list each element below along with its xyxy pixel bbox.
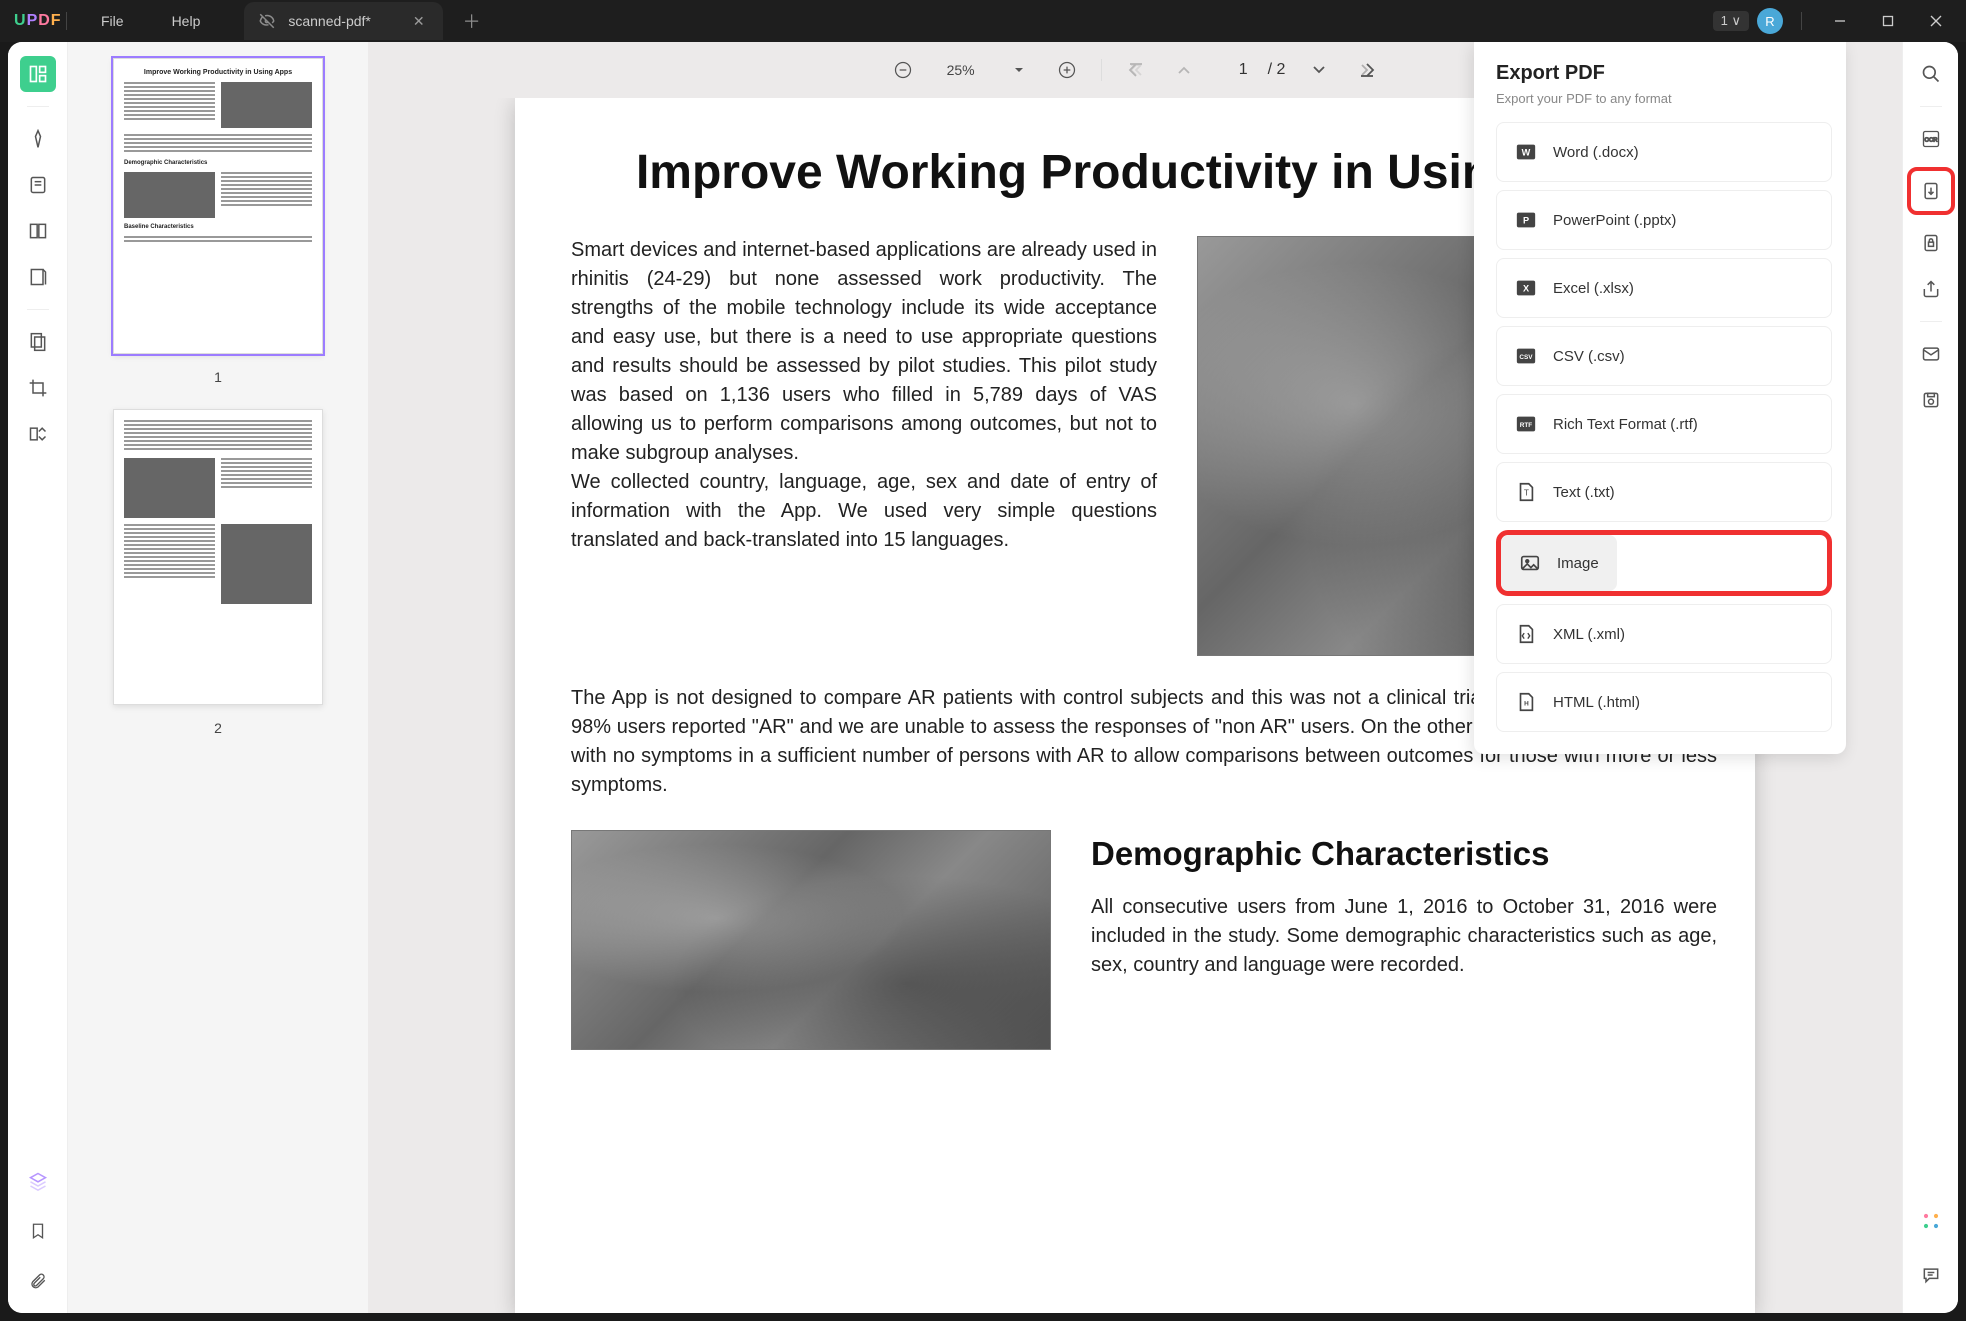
page-input[interactable]: [1218, 61, 1248, 79]
menu-help[interactable]: Help: [148, 13, 225, 29]
share-icon[interactable]: [1913, 271, 1949, 307]
compare-icon[interactable]: [20, 416, 56, 452]
minimize-button[interactable]: [1820, 5, 1860, 37]
svg-text:X: X: [1523, 284, 1530, 294]
app-logo: UPDF: [0, 12, 56, 30]
layers-icon[interactable]: [20, 1163, 56, 1199]
protect-icon[interactable]: [1913, 225, 1949, 261]
export-panel-subtitle: Export your PDF to any format: [1496, 91, 1832, 106]
zoom-in-button[interactable]: [1053, 56, 1081, 84]
zoom-dropdown[interactable]: [1005, 56, 1033, 84]
export-format-image[interactable]: Image: [1501, 535, 1617, 591]
bookmark-icon[interactable]: [20, 1213, 56, 1249]
prev-page-button[interactable]: [1170, 56, 1198, 84]
new-tab-button[interactable]: ＋: [463, 8, 481, 34]
svg-text:W: W: [1522, 148, 1531, 158]
thumbnail-number: 2: [108, 720, 328, 736]
page-thumbnail-2[interactable]: [113, 409, 323, 705]
attachment-icon[interactable]: [20, 1263, 56, 1299]
notes-icon[interactable]: [20, 167, 56, 203]
export-icon[interactable]: [1907, 167, 1955, 215]
export-format-ppt[interactable]: PPowerPoint (.pptx): [1496, 190, 1832, 250]
export-format-xml[interactable]: XML (.xml): [1496, 604, 1832, 664]
first-page-button[interactable]: [1122, 56, 1150, 84]
export-format-excel[interactable]: XExcel (.xlsx): [1496, 258, 1832, 318]
tab-close-icon[interactable]: ✕: [413, 13, 425, 30]
highlight-icon[interactable]: [20, 121, 56, 157]
svg-text:CSV: CSV: [1519, 354, 1533, 361]
export-format-html[interactable]: HHTML (.html): [1496, 672, 1832, 732]
export-format-txt[interactable]: TText (.txt): [1496, 462, 1832, 522]
svg-text:OCR: OCR: [1924, 138, 1937, 144]
search-icon[interactable]: [1913, 56, 1949, 92]
export-pdf-panel: Export PDF Export your PDF to any format…: [1474, 42, 1846, 754]
eye-off-icon: [258, 12, 276, 30]
right-toolbar: OCR: [1902, 42, 1958, 1313]
export-format-word[interactable]: WWord (.docx): [1496, 122, 1832, 182]
save-icon[interactable]: [1913, 382, 1949, 418]
last-page-button[interactable]: [1353, 56, 1381, 84]
document-tab[interactable]: scanned-pdf* ✕: [244, 2, 442, 40]
bookmarks-list-icon[interactable]: [20, 213, 56, 249]
annotation-icon[interactable]: [20, 259, 56, 295]
close-window-button[interactable]: [1916, 5, 1956, 37]
user-avatar[interactable]: R: [1757, 8, 1783, 34]
left-toolbar: [8, 42, 68, 1313]
export-format-rtf[interactable]: RTFRich Text Format (.rtf): [1496, 394, 1832, 454]
titlebar: UPDF File Help scanned-pdf* ✕ ＋ 1 ∨ R: [0, 0, 1966, 42]
thumbnails-icon[interactable]: [20, 56, 56, 92]
page-thumbnail-1[interactable]: Improve Working Productivity in Using Ap…: [113, 58, 323, 354]
tab-title: scanned-pdf*: [288, 13, 371, 29]
grid-icon[interactable]: [1913, 1203, 1949, 1239]
comment-icon[interactable]: [1913, 1257, 1949, 1293]
next-page-button[interactable]: [1305, 56, 1333, 84]
pages-icon[interactable]: [20, 324, 56, 360]
menu-file[interactable]: File: [77, 13, 148, 29]
ocr-icon[interactable]: OCR: [1913, 121, 1949, 157]
main-canvas: 25% / 2 Improve Working Productivity in …: [368, 42, 1902, 1313]
svg-text:T: T: [1524, 489, 1529, 498]
thumbnail-number: 1: [108, 369, 328, 385]
svg-text:P: P: [1523, 216, 1529, 226]
svg-text:H: H: [1524, 701, 1529, 708]
zoom-out-button[interactable]: [889, 56, 917, 84]
maximize-button[interactable]: [1868, 5, 1908, 37]
mail-icon[interactable]: [1913, 336, 1949, 372]
zoom-level: 25%: [937, 62, 985, 78]
export-panel-title: Export PDF: [1496, 62, 1832, 85]
svg-text:RTF: RTF: [1520, 422, 1533, 429]
doc-image: [571, 830, 1051, 1050]
crop-icon[interactable]: [20, 370, 56, 406]
window-count-dropdown[interactable]: 1 ∨: [1713, 11, 1749, 31]
export-format-csv[interactable]: CSVCSV (.csv): [1496, 326, 1832, 386]
thumbnail-panel: Improve Working Productivity in Using Ap…: [68, 42, 368, 1313]
